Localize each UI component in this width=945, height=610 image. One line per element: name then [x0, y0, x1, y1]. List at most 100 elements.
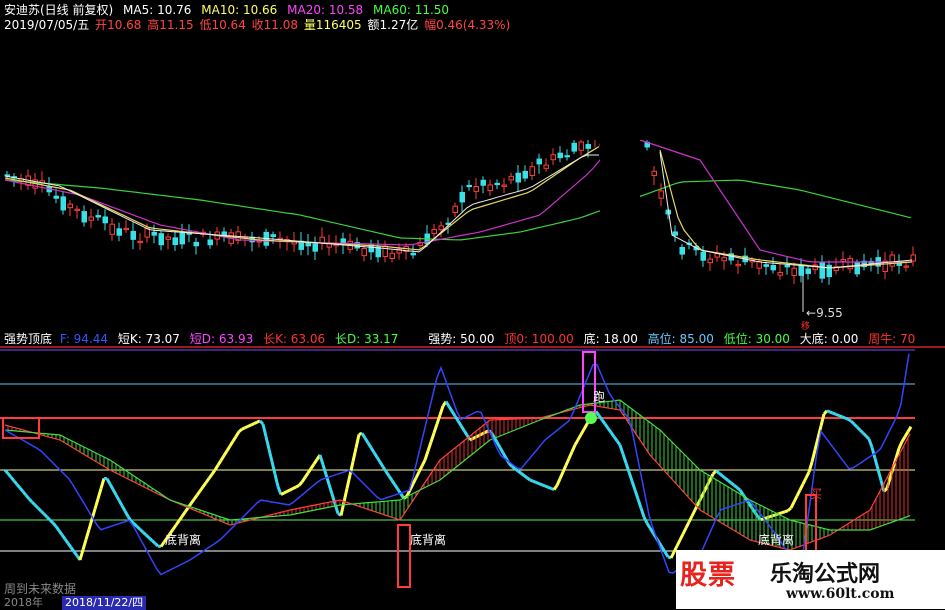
candle-body: [474, 187, 479, 192]
short-k-segment: [74, 552, 77, 556]
divergence-label-1: 底背离: [165, 533, 201, 547]
short-k-segment: [242, 428, 245, 429]
short-k-segment: [578, 435, 581, 440]
short-k-segment: [569, 452, 572, 459]
short-k-segment: [44, 514, 47, 517]
short-k-segment: [191, 499, 194, 503]
short-k-segment: [500, 448, 503, 453]
short-k-segment: [176, 521, 179, 525]
short-k-segment: [602, 420, 605, 424]
short-k-segment: [527, 478, 530, 480]
watermark-name: 乐淘公式网: [770, 556, 880, 588]
short-k-segment: [314, 460, 317, 465]
short-k-segment: [722, 476, 725, 478]
short-k-segment: [305, 473, 308, 478]
short-k-segment: [395, 485, 398, 490]
short-k-segment: [119, 500, 122, 505]
candle-body: [778, 272, 783, 275]
short-k-segment: [221, 456, 224, 461]
short-k-segment: [275, 474, 278, 487]
quote-header: 2019/07/05/五 开10.68 高11.15 低10.64 收11.08…: [4, 16, 516, 30]
short-k-segment: [260, 421, 263, 424]
short-k-segment: [29, 499, 32, 502]
short-k-segment: [530, 480, 533, 481]
candle-body: [432, 229, 437, 233]
short-k-segment: [425, 451, 428, 460]
short-k-segment: [689, 516, 692, 522]
chart-canvas[interactable]: [0, 0, 945, 609]
short-k-segment: [365, 438, 368, 443]
short-k-segment: [143, 532, 146, 535]
high-value: 11.15: [159, 18, 193, 32]
short-k-segment: [47, 517, 50, 520]
short-k-segment: [692, 510, 695, 516]
short-k-segment: [107, 479, 110, 484]
candle-body: [460, 192, 465, 201]
short-k-segment: [548, 487, 551, 488]
candle-body: [75, 209, 80, 210]
short-k-segment: [455, 416, 458, 421]
candle-body: [110, 224, 115, 234]
candle-body: [124, 228, 129, 229]
short-k-segment: [638, 499, 641, 508]
short-k-segment: [866, 436, 869, 439]
short-k-segment: [281, 493, 284, 495]
short-k-segment: [197, 491, 200, 495]
ind-item-long-d: 长D: 33.17: [335, 332, 398, 346]
ind-item-strong: 强势: 50.00: [428, 332, 494, 346]
short-k-segment: [392, 481, 395, 486]
short-k-segment: [677, 540, 680, 546]
candle-body: [495, 183, 500, 184]
volume-label: 量116405: [304, 18, 362, 32]
candle-body: [439, 226, 444, 230]
change-label: 幅0.46(4.33%): [424, 18, 510, 32]
short-k-segment: [419, 466, 422, 472]
short-k-segment: [518, 471, 521, 473]
price-panel[interactable]: [5, 0, 945, 330]
candle-body: [579, 142, 584, 150]
short-k-segment: [299, 482, 302, 486]
short-k-segment: [110, 484, 113, 489]
short-k-segment: [626, 463, 629, 472]
short-k-segment: [68, 543, 71, 547]
short-k-segment: [737, 488, 740, 490]
short-k-segment: [524, 476, 527, 478]
short-k-segment: [266, 437, 269, 450]
candle-body: [152, 232, 157, 235]
short-k-segment: [17, 484, 20, 488]
candle-body: [271, 235, 276, 237]
candle-body: [411, 253, 416, 255]
ind-item-bottom: 底: 18.00: [584, 332, 638, 346]
short-k-segment: [869, 439, 872, 447]
short-k-segment: [779, 513, 782, 514]
arrow-left-icon: ←: [806, 306, 816, 320]
short-k-segment: [116, 495, 119, 500]
short-k-segment: [26, 495, 29, 499]
candle-body: [757, 262, 762, 268]
candle-body: [722, 258, 727, 261]
short-k-segment: [227, 446, 230, 451]
short-k-segment: [842, 417, 845, 418]
short-k-segment: [836, 414, 839, 415]
short-k-segment: [284, 492, 287, 494]
short-k-segment: [380, 462, 383, 467]
short-k-segment: [329, 484, 332, 494]
short-k-segment: [389, 476, 392, 481]
short-k-segment: [812, 450, 815, 462]
short-k-segment: [86, 529, 89, 539]
candle-body: [841, 260, 846, 262]
short-k-segment: [554, 486, 557, 490]
short-k-segment: [386, 472, 389, 477]
short-k-segment: [800, 484, 803, 490]
short-k-segment: [665, 552, 668, 557]
short-k-segment: [89, 519, 92, 529]
short-k-segment: [263, 424, 266, 437]
top-label: 跑: [593, 390, 605, 404]
short-k-segment: [122, 506, 125, 511]
short-k-segment: [671, 552, 674, 558]
future-data-label: 周到未来数据: [4, 582, 76, 596]
short-k-segment: [14, 481, 17, 485]
short-k-segment: [32, 502, 35, 505]
short-k-segment: [725, 478, 728, 480]
short-k-segment: [905, 432, 908, 437]
